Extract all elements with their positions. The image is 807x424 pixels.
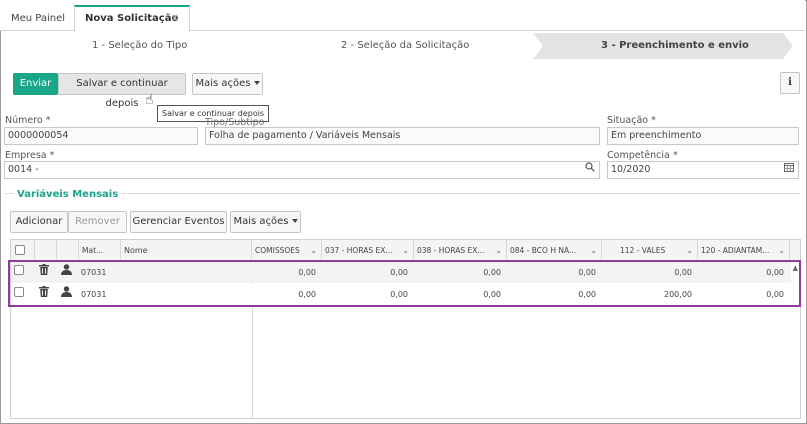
save-continue-button[interactable]: Salvar e continuar depois	[58, 73, 186, 109]
tab-bar: Meu Painel Nova Solicitação ✕	[0, 0, 805, 32]
search-icon[interactable]	[585, 162, 595, 178]
info-button[interactable]: i	[780, 72, 800, 94]
more-actions-label: Mais ações	[195, 78, 251, 89]
header-comissoes[interactable]: COMISSOES ⌄	[252, 240, 322, 261]
more-actions-button[interactable]: Mais ações	[192, 73, 263, 95]
send-button[interactable]: Enviar	[13, 73, 58, 95]
select-all-checkbox[interactable]	[15, 245, 25, 255]
tab-nova-solicitacao[interactable]: Nova Solicitação ✕	[74, 5, 190, 32]
manage-events-button[interactable]: Gerenciar Eventos	[130, 211, 227, 233]
header-person	[57, 240, 79, 261]
wizard-steps: 1 - Seleção do Tipo 2 - Seleção da Solic…	[0, 33, 805, 59]
add-button[interactable]: Adicionar	[10, 211, 68, 233]
header-120[interactable]: 120 - ADIANTAM... ⌄	[698, 240, 790, 261]
section-more-actions-button[interactable]: Mais ações	[230, 211, 301, 233]
section-more-actions-label: Mais ações	[233, 216, 289, 227]
situacao-field[interactable]: Em preenchimento	[607, 127, 799, 145]
numero-field[interactable]: 0000000054	[4, 127, 198, 145]
competencia-field[interactable]: 10/2020	[607, 161, 799, 179]
header-037-label: 037 - HORAS EX...	[325, 246, 393, 255]
header-nome[interactable]: Nome	[121, 240, 252, 261]
calendar-icon[interactable]	[784, 162, 794, 178]
header-084-label: 084 - BCO H NA...	[510, 246, 577, 255]
competencia-value: 10/2020	[611, 164, 651, 175]
rows-highlight-box	[8, 260, 801, 307]
situacao-label: Situação *	[607, 115, 656, 126]
select-all-cell	[11, 240, 35, 261]
header-038-label: 038 - HORAS EX...	[417, 246, 485, 255]
numero-label: Número *	[5, 115, 51, 126]
step-preenchimento[interactable]: 3 - Preenchimento e envio	[601, 33, 749, 59]
chevron-down-icon[interactable]: ⌄	[495, 240, 502, 261]
step-selecao-tipo[interactable]: 1 - Seleção do Tipo	[92, 33, 187, 59]
chevron-down-icon[interactable]: ⌄	[310, 240, 317, 261]
header-mat[interactable]: Mat...	[79, 240, 121, 261]
chevron-down-icon[interactable]: ⌄	[778, 240, 785, 261]
caret-down-icon	[253, 81, 260, 85]
empresa-value: 0014 -	[8, 164, 39, 175]
header-037[interactable]: 037 - HORAS EX... ⌄	[322, 240, 414, 261]
header-084[interactable]: 084 - BCO H NA... ⌄	[507, 240, 602, 261]
empresa-field[interactable]: 0014 -	[4, 161, 600, 179]
section-title: Variáveis Mensais	[14, 189, 122, 200]
grid-header: Mat... Nome COMISSOES ⌄ 037 - HORAS EX...…	[11, 240, 800, 261]
header-038[interactable]: 038 - HORAS EX... ⌄	[414, 240, 507, 261]
header-112-label: 112 - VALES	[620, 246, 666, 255]
remove-button[interactable]: Remover	[68, 211, 127, 233]
competencia-label: Competência *	[607, 150, 678, 161]
chevron-down-icon[interactable]: ⌄	[402, 240, 409, 261]
hand-cursor-icon: ☝	[145, 92, 154, 108]
header-delete	[35, 240, 57, 261]
chevron-down-icon[interactable]: ⌄	[686, 240, 693, 261]
tab-meu-painel[interactable]: Meu Painel	[11, 6, 65, 31]
tipo-subtipo-field[interactable]: Folha de pagamento / Variáveis Mensais	[205, 127, 600, 145]
chevron-down-icon[interactable]: ⌄	[590, 240, 597, 261]
caret-down-icon	[291, 219, 298, 223]
empresa-label: Empresa *	[5, 150, 55, 161]
close-icon[interactable]: ✕	[171, 7, 179, 31]
header-112[interactable]: 112 - VALES ⌄	[602, 240, 698, 261]
step-selecao-solicitacao[interactable]: 2 - Seleção da Solicitação	[341, 33, 469, 59]
header-120-label: 120 - ADIANTAM...	[701, 246, 770, 255]
tab-label: Nova Solicitação	[85, 13, 179, 24]
header-comissoes-label: COMISSOES	[255, 246, 300, 255]
